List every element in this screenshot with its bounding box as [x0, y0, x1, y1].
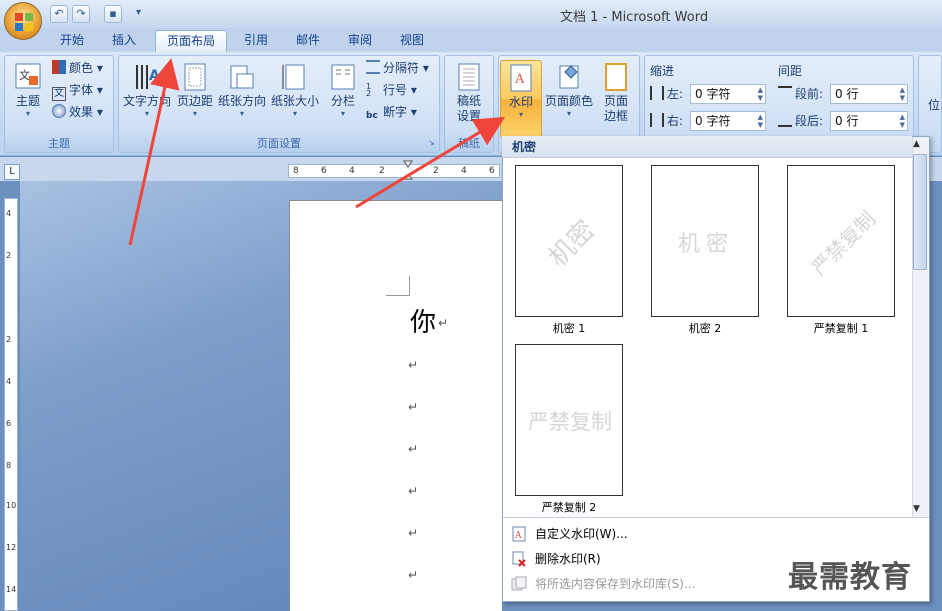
arrow-to-page-layout-tab — [128, 58, 180, 246]
annotation-arrows — [128, 58, 506, 246]
office-logo-icon — [15, 13, 33, 31]
office-button[interactable] — [4, 2, 42, 40]
arrow-to-watermark-button — [355, 116, 506, 209]
brand-watermark-logo: 最需教育 — [788, 560, 912, 595]
